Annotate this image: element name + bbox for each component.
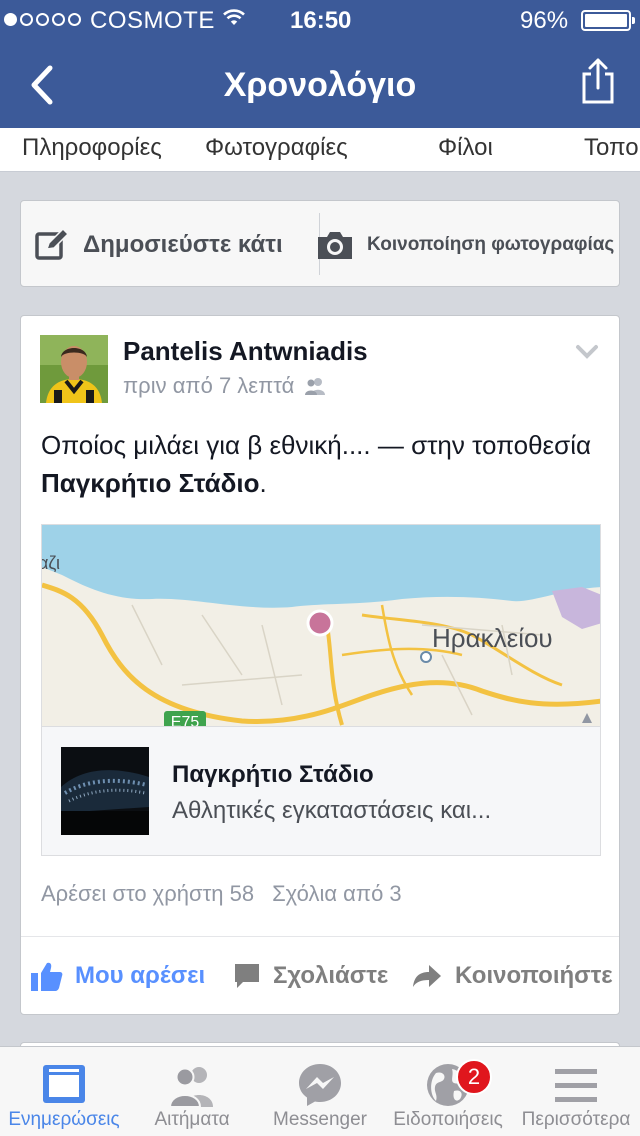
place-name: Παγκρήτιο Στάδιο xyxy=(172,761,374,788)
author-name[interactable]: Pantelis Antwniadis xyxy=(123,336,368,367)
chevron-down-icon[interactable] xyxy=(575,344,599,360)
like-button[interactable]: Μου αρέσει xyxy=(31,937,205,1015)
bottom-tab-bar: Ενημερώσεις Αιτήματα Messenger 2 Ειδοποι… xyxy=(0,1046,640,1136)
navigation-bar: COSMOTE 16:50 96% Χρονολόγιο xyxy=(0,0,640,128)
signal-strength-icon xyxy=(4,13,81,26)
map-city-label: Ηρακλείου xyxy=(432,623,553,653)
tab-messenger-label: Messenger xyxy=(273,1109,367,1130)
story-card: Pantelis Antwniadis πριν από 7 λεπτά Οπο… xyxy=(20,315,620,1015)
carrier-name: COSMOTE xyxy=(90,7,215,34)
composer: Δημοσιεύστε κάτι Κοινοποίηση φωτογραφίας xyxy=(20,200,620,287)
post-time[interactable]: πριν από 7 λεπτά xyxy=(123,373,294,399)
profile-tabs: Πληροφορίες Φωτογραφίες Φίλοι Τοπο xyxy=(0,128,640,172)
friend-requests-icon xyxy=(168,1067,213,1108)
comment-label: Σχολιάστε xyxy=(273,962,389,989)
write-post-label: Δημοσιεύστε κάτι xyxy=(83,230,283,258)
tab-news-feed[interactable]: Ενημερώσεις xyxy=(0,1047,128,1136)
clock: 16:50 xyxy=(290,7,352,34)
story-message: Οποίος μιλάει για β εθνική.... — στην το… xyxy=(41,426,601,502)
share-photo-button[interactable]: Κοινοποίηση φωτογραφίας xyxy=(315,201,614,288)
tab-more-label: Περισσότερα xyxy=(521,1109,631,1130)
tab-news-feed-label: Ενημερώσεις xyxy=(8,1109,120,1130)
story-stats: Αρέσει στο χρήστη 58 Σχόλια από 3 xyxy=(41,881,402,907)
notifications-badge: 2 xyxy=(456,1059,492,1095)
edit-icon xyxy=(35,227,69,260)
tab-messenger[interactable]: Messenger xyxy=(256,1047,384,1136)
avatar[interactable] xyxy=(40,335,108,403)
share-label: Κοινοποιήστε xyxy=(455,962,613,989)
place-attachment[interactable]: Παγκρήτιο Στάδιο Αθλητικές εγκαταστάσεις… xyxy=(41,726,601,856)
news-feed-icon xyxy=(43,1065,85,1103)
place-thumbnail xyxy=(61,747,149,835)
message-text: Οποίος μιλάει για β εθνική.... — στην το… xyxy=(41,430,591,460)
story-actions: Μου αρέσει Σχολιάστε Κοινοποιήστε xyxy=(21,937,619,1015)
tab-notifications-label: Ειδοποιήσεις xyxy=(393,1109,503,1130)
message-end: . xyxy=(259,468,267,498)
place-category: Αθλητικές εγκαταστάσεις και... xyxy=(172,797,492,824)
status-bar: COSMOTE 16:50 96% xyxy=(0,0,640,40)
menu-icon xyxy=(555,1069,597,1102)
tab-friend-requests[interactable]: Αιτήματα xyxy=(128,1047,256,1136)
tab-friends[interactable]: Φίλοι xyxy=(438,134,493,162)
tab-more[interactable]: Περισσότερα xyxy=(512,1047,640,1136)
comments-count[interactable]: Σχόλια από 3 xyxy=(272,881,402,907)
messenger-icon xyxy=(299,1064,341,1106)
camera-icon xyxy=(318,231,352,259)
share-button[interactable]: Κοινοποιήστε xyxy=(411,937,613,1015)
thumbs-up-icon xyxy=(31,962,63,991)
like-label: Μου αρέσει xyxy=(75,962,206,989)
share-icon[interactable] xyxy=(578,56,618,106)
message-place-link[interactable]: Παγκρήτιο Στάδιο xyxy=(41,468,260,498)
comment-button[interactable]: Σχολιάστε xyxy=(233,937,388,1015)
tab-notifications[interactable]: 2 Ειδοποιήσεις xyxy=(384,1047,512,1136)
tab-photos[interactable]: Φωτογραφίες xyxy=(205,134,348,162)
share-photo-label: Κοινοποίηση φωτογραφίας xyxy=(367,233,615,255)
story-meta: πριν από 7 λεπτά xyxy=(123,373,326,399)
write-post-button[interactable]: Δημοσιεύστε κάτι xyxy=(35,201,283,288)
tab-places[interactable]: Τοπο xyxy=(584,134,639,162)
location-map[interactable]: E75 Ηρακλείου αζι xyxy=(41,524,601,728)
battery-icon xyxy=(581,10,635,31)
map-partial-label: αζι xyxy=(42,553,60,573)
page-title: Χρονολόγιο xyxy=(223,66,417,104)
battery-percent: 96% xyxy=(520,7,569,34)
friends-audience-icon xyxy=(305,378,326,395)
comment-icon xyxy=(235,964,259,988)
wifi-icon xyxy=(223,9,245,25)
tab-friend-requests-label: Αιτήματα xyxy=(154,1109,230,1130)
likes-count[interactable]: Αρέσει στο χρήστη 58 xyxy=(41,881,254,907)
share-arrow-icon xyxy=(413,965,441,987)
tab-about[interactable]: Πληροφορίες xyxy=(22,134,162,162)
